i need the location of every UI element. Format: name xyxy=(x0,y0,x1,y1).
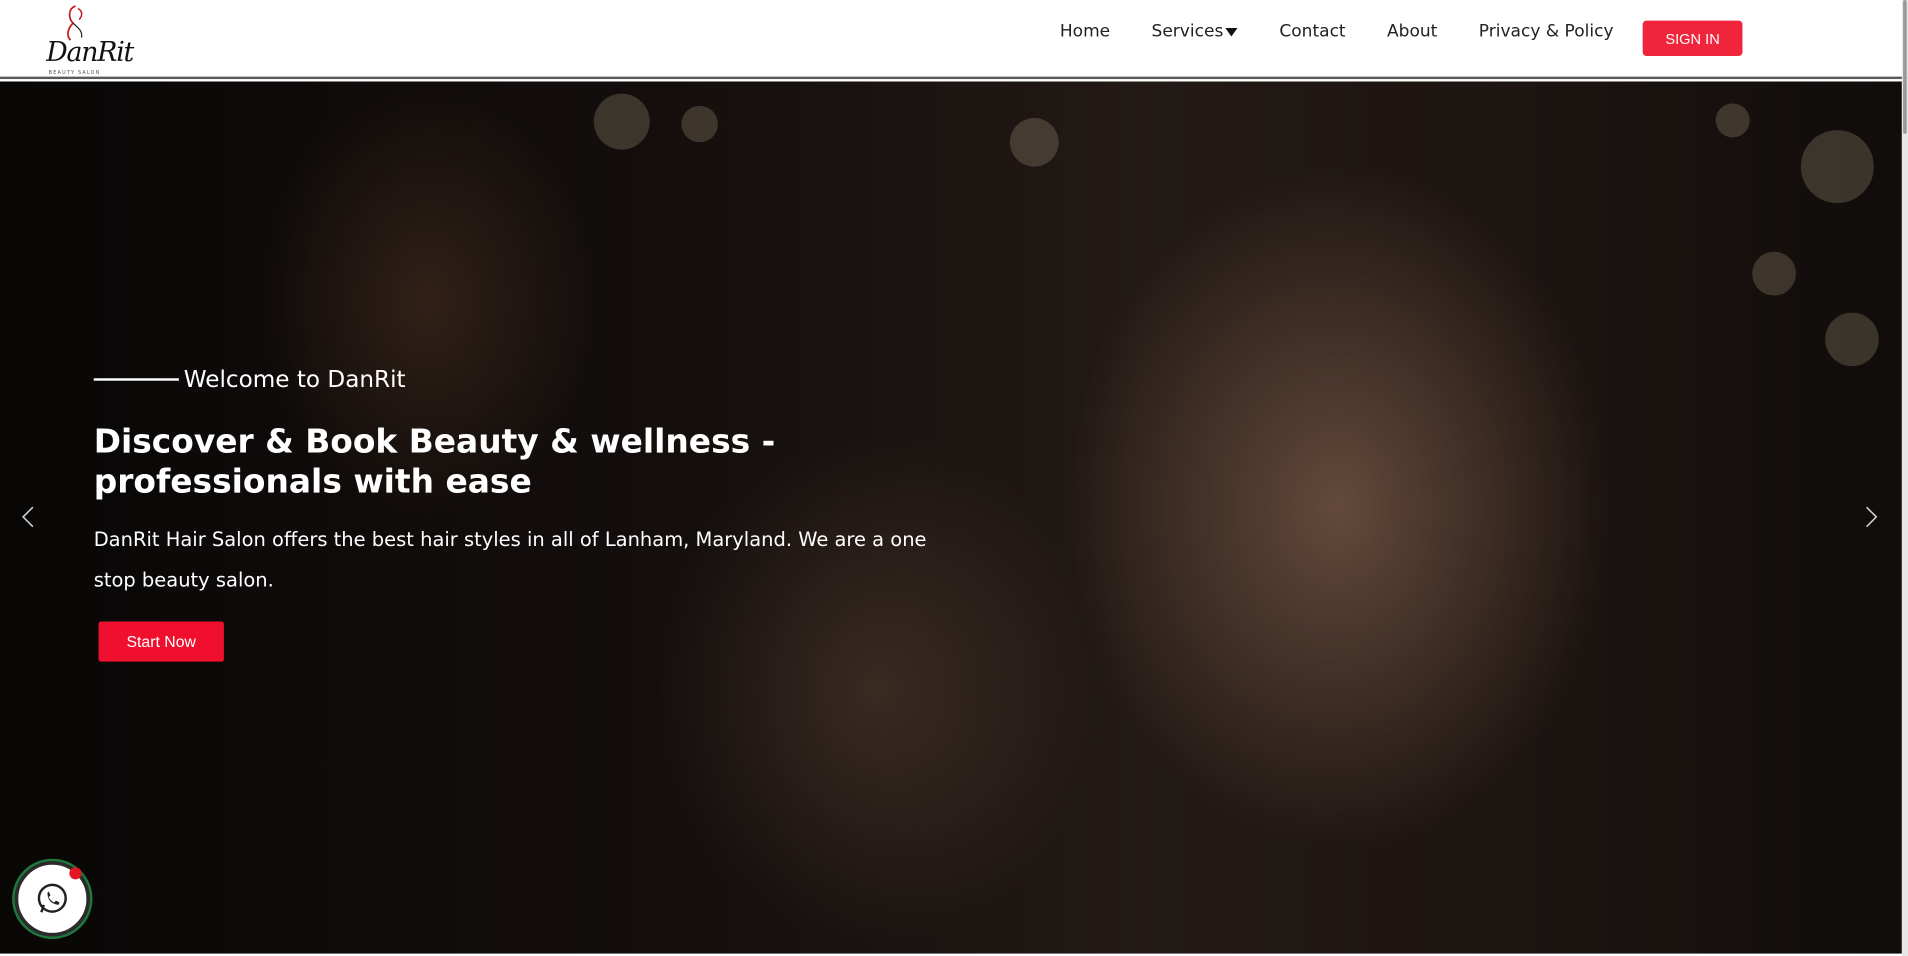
welcome-text: Welcome to DanRit xyxy=(183,366,406,393)
hero-title: Discover & Book Beauty & wellness - prof… xyxy=(93,423,776,502)
hero-slider: Welcome to DanRit Discover & Book Beauty… xyxy=(0,81,1902,954)
hero-image xyxy=(0,81,1902,954)
sign-in-button[interactable]: SIGN IN xyxy=(1642,20,1743,56)
nav-contact[interactable]: Contact xyxy=(1279,22,1345,41)
notification-dot xyxy=(69,867,82,880)
logo-tagline: BEAUTY SALON xyxy=(48,69,101,76)
whatsapp-icon xyxy=(37,883,67,913)
nav-privacy[interactable]: Privacy & Policy xyxy=(1479,22,1614,41)
nav-services-label: Services xyxy=(1151,21,1224,42)
slider-prev-button[interactable] xyxy=(19,505,36,529)
hero-welcome: Welcome to DanRit xyxy=(93,366,406,393)
welcome-divider xyxy=(93,378,179,381)
scrollbar-thumb[interactable] xyxy=(1903,0,1907,134)
start-now-button[interactable]: Start Now xyxy=(98,621,224,662)
main-nav: Home Services Contact About Privacy & Po… xyxy=(1060,22,1655,41)
page-viewport: DanRit BEAUTY SALON Home Services Contac… xyxy=(0,0,1908,956)
site-header: DanRit BEAUTY SALON Home Services Contac… xyxy=(0,0,1908,80)
hero-description: DanRit Hair Salon offers the best hair s… xyxy=(93,527,927,592)
chevron-right-icon xyxy=(1866,506,1878,528)
nav-services[interactable]: Services xyxy=(1152,22,1238,41)
caret-down-icon xyxy=(1225,27,1238,37)
nav-about[interactable]: About xyxy=(1387,22,1437,41)
site-logo[interactable]: DanRit BEAUTY SALON xyxy=(41,4,134,77)
chevron-left-icon xyxy=(22,506,34,528)
slider-next-button[interactable] xyxy=(1863,505,1880,529)
logo-text: DanRit xyxy=(46,37,134,69)
nav-home[interactable]: Home xyxy=(1060,22,1110,41)
whatsapp-button[interactable] xyxy=(14,861,91,937)
page-scrollbar[interactable] xyxy=(1901,0,1908,956)
